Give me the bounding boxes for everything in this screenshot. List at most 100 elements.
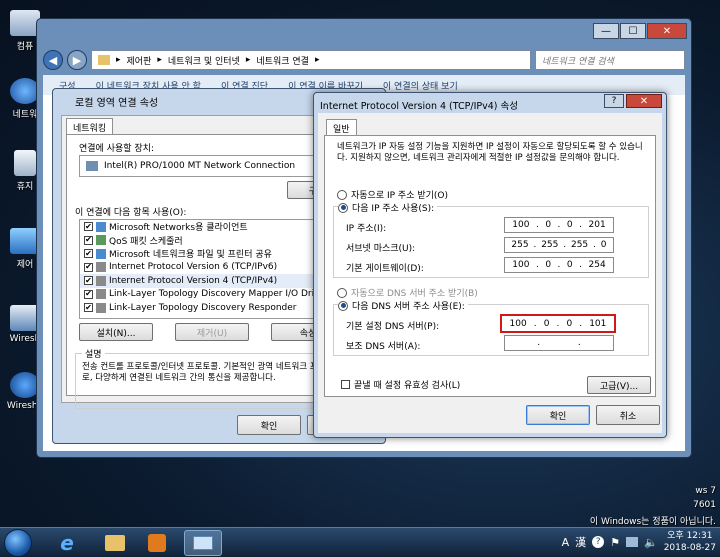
protocol-icon: [96, 289, 106, 300]
volume-icon[interactable]: 🔈: [644, 536, 658, 549]
watermark-line: 이 Windows는 정품이 아닙니다.: [589, 517, 716, 527]
checkbox[interactable]: ✔: [84, 276, 93, 286]
list-item-label: Internet Protocol Version 6 (TCP/IPv6): [109, 262, 278, 273]
taskbar-app-media[interactable]: [138, 530, 176, 556]
manual-ip-radio[interactable]: 다음 IP 주소 사용(S):: [338, 201, 438, 214]
ip-octet: 255: [570, 240, 589, 250]
alternate-dns-field[interactable]: ..: [504, 335, 614, 351]
checkbox[interactable]: ✔: [84, 262, 93, 272]
list-item[interactable]: ✔ Microsoft 네트워크용 파일 및 프린터 공유: [80, 247, 328, 261]
list-item[interactable]: ✔ Link-Layer Topology Discovery Mapper I/…: [80, 288, 328, 302]
radio-button[interactable]: [338, 202, 348, 213]
clock[interactable]: 오후 12:31 2018-08-27: [664, 530, 716, 554]
validate-checkbox[interactable]: [341, 380, 350, 389]
uninstall-button[interactable]: 제거(U): [175, 323, 249, 341]
ip-octet: 0: [566, 220, 573, 230]
taskbar-app-ie[interactable]: e: [48, 530, 86, 556]
desktop-icon-label: 휴지: [16, 182, 34, 192]
preferred-dns-field[interactable]: 100. 0. 0. 101: [500, 314, 616, 333]
help-circle-icon[interactable]: ?: [592, 536, 605, 548]
ip-octet: 100: [509, 318, 527, 329]
subnet-mask-field[interactable]: 255. 255. 255. 0: [504, 237, 614, 253]
radio-button[interactable]: [337, 287, 347, 298]
ip-address-field[interactable]: 100. 0. 0. 201: [504, 217, 614, 233]
ip-octet: 0: [566, 318, 573, 329]
radio-button[interactable]: [338, 300, 348, 311]
qos-icon: [96, 235, 106, 246]
list-item[interactable]: ✔ Microsoft Networks용 클라이언트: [80, 220, 328, 234]
validate-checkbox-row[interactable]: 끝낼 때 설정 유효성 검사(L): [341, 378, 460, 391]
network-connections-icon: [193, 536, 213, 550]
checkbox[interactable]: ✔: [84, 235, 93, 245]
connect-using-label: 연결에 사용할 장치:: [79, 144, 154, 154]
forward-button[interactable]: ▶: [67, 50, 87, 70]
checkbox[interactable]: ✔: [84, 222, 93, 232]
search-input[interactable]: 네트워크 연결 검색: [535, 50, 685, 70]
auto-ip-radio[interactable]: 자동으로 IP 주소 받기(O): [337, 188, 448, 201]
list-item[interactable]: ✔ Internet Protocol Version 6 (TCP/IPv6): [80, 261, 328, 275]
advanced-button[interactable]: 고급(V)...: [587, 376, 651, 394]
breadcrumb-separator: ▸: [157, 55, 162, 65]
device-name: Intel(R) PRO/1000 MT Network Connection: [104, 161, 296, 171]
list-item-label: Internet Protocol Version 4 (TCP/IPv4): [109, 275, 278, 286]
ok-button[interactable]: 확인: [526, 405, 590, 425]
breadcrumb-item[interactable]: 네트워크 연결: [256, 54, 309, 67]
device-field: Intel(R) PRO/1000 MT Network Connection: [79, 155, 323, 177]
cancel-button[interactable]: 취소: [596, 405, 660, 425]
ip-octet: 201: [588, 220, 606, 230]
minimize-button[interactable]: —: [593, 23, 619, 39]
maximize-button[interactable]: ☐: [620, 23, 646, 39]
folder-icon: [98, 55, 110, 65]
cmd-view-status[interactable]: 이 연결의 상태 보기: [383, 79, 458, 92]
list-item-label: Microsoft 네트워크용 파일 및 프린터 공유: [109, 250, 272, 261]
media-player-icon: [148, 534, 166, 552]
component-list[interactable]: ✔ Microsoft Networks용 클라이언트 ✔ QoS 패킷 스케줄러 …: [79, 219, 329, 319]
hanja-icon[interactable]: 漢: [575, 534, 586, 550]
input-mode-icon[interactable]: A: [562, 536, 570, 549]
checkbox[interactable]: ✔: [84, 249, 93, 259]
ip-octet: 100: [512, 260, 530, 270]
start-button[interactable]: [4, 529, 32, 557]
breadcrumb-separator: ▸: [245, 55, 251, 65]
breadcrumb-item[interactable]: 네트워크 및 인터넷: [168, 54, 240, 67]
description-label: 설명: [82, 347, 105, 360]
list-item-label: Link-Layer Topology Discovery Mapper I/O…: [109, 289, 315, 300]
ip-octet: 100: [512, 220, 530, 230]
breadcrumb-item[interactable]: 제어판: [127, 54, 152, 67]
system-tray: A 漢 ? ⚑ 🔈 오후 12:31 2018-08-27: [562, 530, 716, 554]
list-item[interactable]: ✔ Link-Layer Topology Discovery Responder: [80, 301, 328, 315]
auto-dns-radio[interactable]: 자동으로 DNS 서버 주소 받기(B): [337, 286, 478, 299]
share-icon: [96, 248, 106, 259]
network-tray-icon[interactable]: [625, 537, 638, 547]
list-item[interactable]: ✔ QoS 패킷 스케줄러: [80, 234, 328, 248]
ip-octet: 0: [566, 260, 573, 270]
taskbar-app-network[interactable]: [184, 530, 222, 556]
recycle-bin-icon: [14, 150, 36, 176]
desktop-icon-label: 네트워: [12, 110, 38, 120]
address-bar[interactable]: ▸ 제어판 ▸ 네트워크 및 인터넷 ▸ 네트워크 연결 ▸: [91, 50, 531, 70]
back-button[interactable]: ◀: [43, 50, 63, 70]
watermark-line: ws 7: [695, 486, 716, 496]
address-row: ◀ ▶ ▸ 제어판 ▸ 네트워크 및 인터넷 ▸ 네트워크 연결 ▸ 네트워크 …: [43, 49, 685, 71]
taskbar: e A 漢 ? ⚑ 🔈 오후 12:31 2018-08-27: [0, 527, 720, 557]
checkbox[interactable]: ✔: [84, 303, 93, 313]
ok-button[interactable]: 확인: [237, 415, 301, 435]
gateway-label: 기본 게이트웨이(D):: [346, 264, 424, 274]
breadcrumb-separator: ▸: [314, 55, 320, 65]
close-button[interactable]: ✕: [626, 94, 662, 108]
radio-button[interactable]: [337, 189, 347, 200]
action-center-flag-icon[interactable]: ⚑: [610, 536, 620, 549]
list-item-selected[interactable]: ✔ Internet Protocol Version 4 (TCP/IPv4): [80, 274, 328, 288]
help-button[interactable]: ?: [604, 94, 624, 108]
ip-octet: 0: [545, 220, 552, 230]
breadcrumb-separator: ▸: [116, 55, 121, 65]
close-button[interactable]: ✕: [647, 23, 687, 39]
gateway-field[interactable]: 100. 0. 0. 254: [504, 257, 614, 273]
ipv4-properties-dialog: Internet Protocol Version 4 (TCP/IPv4) 속…: [313, 92, 667, 438]
install-button[interactable]: 설치(N)...: [79, 323, 153, 341]
validate-label: 끝낼 때 설정 유효성 검사(L): [354, 381, 461, 391]
checkbox[interactable]: ✔: [84, 289, 93, 299]
manual-dns-radio[interactable]: 다음 DNS 서버 주소 사용(E):: [338, 299, 468, 312]
ip-octet: 254: [588, 260, 606, 270]
taskbar-app-explorer[interactable]: [96, 530, 134, 556]
